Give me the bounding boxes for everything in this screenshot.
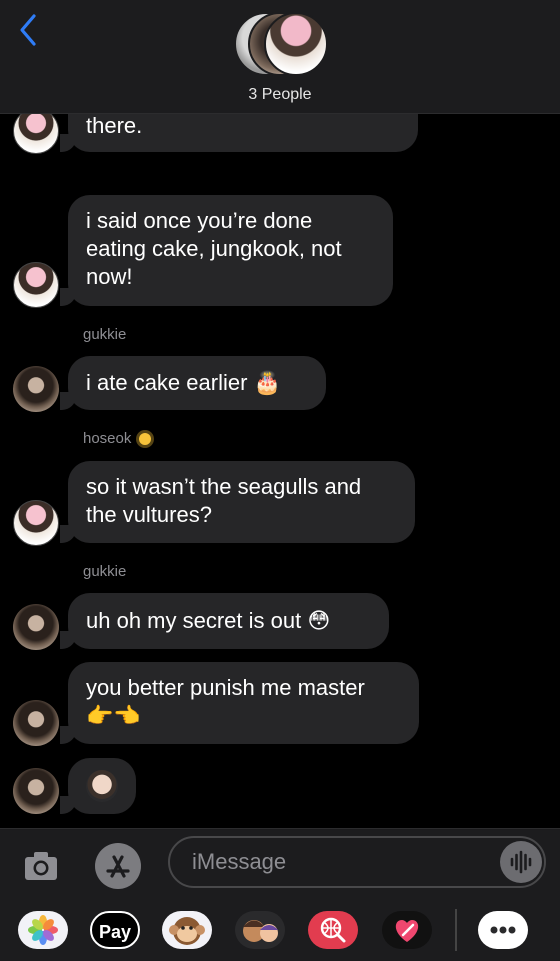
message-bubble[interactable]: uh oh my secret is out 😳 (68, 593, 389, 649)
avatar[interactable] (13, 262, 59, 308)
app-store-icon (106, 855, 130, 878)
drawer-divider (455, 909, 457, 951)
compose-bar: Pay (0, 828, 560, 961)
bubble-tail (60, 392, 76, 410)
app-drawer: Pay (0, 905, 560, 961)
bubble-tail (60, 525, 76, 543)
message-input[interactable] (168, 836, 546, 888)
avatar (264, 12, 328, 76)
photos-icon (28, 915, 58, 945)
message-bubble[interactable]: i said once you’re done eating cake, jun… (68, 195, 393, 306)
cake-emoji: 🎂 (253, 371, 281, 396)
ellipsis-icon (490, 926, 516, 934)
conversation-title[interactable]: 3 People (0, 86, 560, 104)
globe-search-icon (320, 917, 346, 943)
sun-icon (139, 433, 152, 446)
message-text: so it wasn’t the seagulls and the vultur… (86, 474, 362, 527)
animoji-app-button[interactable] (162, 911, 212, 949)
camera-icon (25, 852, 57, 880)
message-text: i said once you’re done eating cake, jun… (86, 208, 342, 289)
bubble-tail (60, 288, 76, 306)
avatar[interactable] (13, 700, 59, 746)
avatar[interactable] (13, 500, 59, 546)
more-apps-button[interactable] (478, 911, 528, 949)
bubble-tail (60, 134, 76, 152)
group-avatars[interactable] (234, 12, 330, 76)
memoji-icon (243, 920, 278, 942)
message-text: there. (86, 113, 143, 138)
camera-button[interactable] (22, 847, 60, 885)
conversation-header: 3 People (0, 0, 560, 114)
avatar[interactable] (13, 768, 59, 814)
sender-name: gukkie (83, 326, 127, 343)
bubble-tail (60, 796, 76, 814)
images-search-app-button[interactable] (308, 911, 358, 949)
message-text: you better punish me master (86, 675, 365, 700)
monkey-icon (169, 917, 205, 945)
bubble-tail (60, 726, 76, 744)
message-bubble[interactable]: i ate cake earlier 🎂 (68, 356, 326, 410)
avatar[interactable] (13, 604, 59, 650)
flushed-emoji: 😳 (307, 609, 331, 634)
apple-pay-label: Pay (98, 922, 132, 942)
avatar[interactable] (13, 108, 59, 154)
pointing-fingers-emoji: 👉👈 (86, 704, 141, 729)
message-bubble[interactable]: you better punish me master 👉👈 (68, 662, 419, 744)
app-store-button[interactable] (95, 843, 141, 889)
sender-name: gukkie (83, 563, 127, 580)
waveform-icon (510, 850, 532, 874)
message-bubble[interactable]: so it wasn’t the seagulls and the vultur… (68, 461, 415, 543)
memoji-stickers-app-button[interactable] (235, 911, 285, 949)
audio-message-button[interactable] (500, 841, 542, 883)
message-text: i ate cake earlier (86, 370, 248, 395)
photos-app-button[interactable] (18, 911, 68, 949)
sticker-bubble[interactable] (68, 758, 136, 814)
sender-name: hoseok (83, 430, 152, 447)
message-thread[interactable]: there. i said once you’re done eating ca… (0, 0, 560, 828)
message-text: uh oh my secret is out (86, 608, 302, 633)
avatar[interactable] (13, 366, 59, 412)
sender-label: hoseok (83, 430, 132, 447)
heart-icon (395, 920, 419, 942)
back-button[interactable] (14, 12, 44, 48)
digital-touch-app-button[interactable] (382, 911, 432, 949)
bubble-tail (60, 631, 76, 649)
apple-pay-app-button[interactable]: Pay (90, 911, 140, 949)
chevron-left-icon (20, 14, 36, 46)
memoji-sticker-icon (86, 770, 118, 802)
